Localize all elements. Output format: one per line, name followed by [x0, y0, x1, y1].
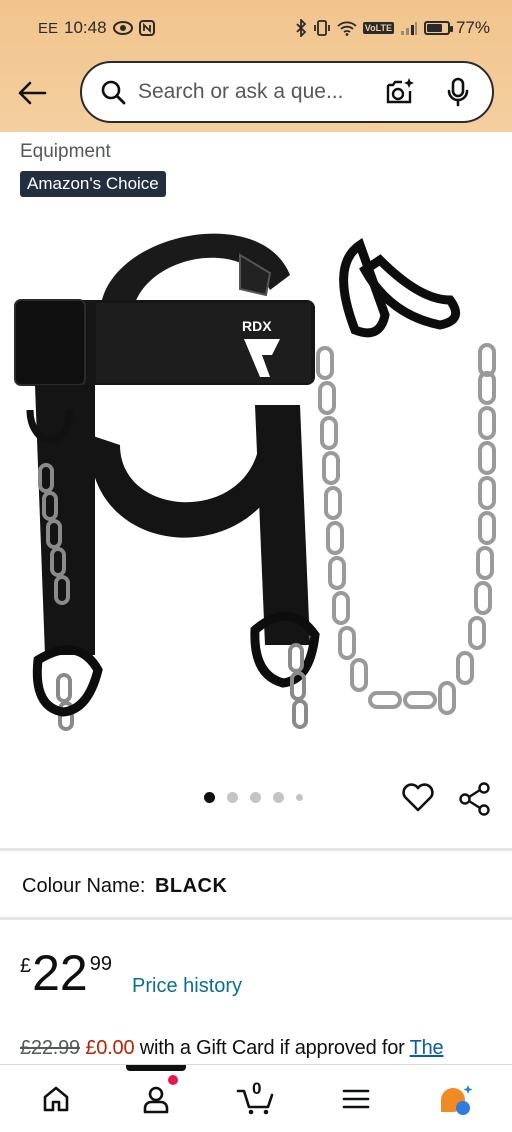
share-icon	[459, 782, 490, 816]
share-button[interactable]	[457, 781, 493, 817]
signal-icon	[400, 21, 418, 35]
volte-icon: VoLTE	[362, 22, 394, 34]
original-price: £22.99	[20, 1037, 80, 1059]
product-title: Equipment	[20, 141, 111, 162]
wifi-icon	[337, 20, 357, 36]
search-box[interactable]	[80, 61, 494, 123]
cart-count: 0	[252, 1078, 262, 1098]
search-icon	[101, 80, 126, 105]
nfc-icon	[138, 20, 155, 36]
bluetooth-icon	[295, 19, 307, 37]
nav-menu[interactable]	[326, 1069, 386, 1129]
price: £ 22 99	[20, 945, 112, 1001]
search-row	[0, 58, 512, 128]
battery-icon	[423, 21, 453, 35]
nav-active-indicator	[126, 1064, 186, 1071]
price-whole: 22	[32, 945, 88, 1001]
bottom-nav: 0	[0, 1064, 512, 1132]
back-button[interactable]	[2, 63, 62, 123]
status-bar: EE 10:48 VoLTE 77%	[0, 0, 512, 56]
carousel-dot[interactable]	[296, 794, 303, 801]
volte-label: VoLTE	[362, 22, 394, 34]
nav-home[interactable]	[26, 1069, 86, 1129]
voice-search-button[interactable]	[438, 72, 478, 112]
camera-lens-icon	[386, 78, 414, 104]
top-header: EE 10:48 VoLTE 77% Search or ask a que..…	[0, 0, 512, 132]
wishlist-button[interactable]	[401, 780, 435, 816]
offer-price: £0.00	[85, 1037, 135, 1059]
person-icon	[143, 1086, 169, 1113]
heart-icon	[402, 783, 434, 812]
divider	[0, 848, 512, 851]
carousel-dot[interactable]	[273, 792, 284, 803]
nav-cart[interactable]: 0	[226, 1069, 286, 1129]
battery-fill	[426, 24, 443, 32]
nav-account[interactable]	[126, 1064, 186, 1129]
battery-percent: 77%	[455, 18, 490, 37]
home-icon	[43, 1086, 69, 1111]
hamburger-icon	[342, 1089, 370, 1108]
nav-rufus[interactable]	[426, 1069, 486, 1129]
amazons-choice-badge[interactable]: Amazon's Choice	[20, 171, 166, 197]
carousel-dot[interactable]	[227, 792, 238, 803]
status-right: VoLTE 77%	[295, 18, 490, 38]
gift-card-link[interactable]: The	[410, 1037, 444, 1059]
microphone-icon	[447, 77, 469, 107]
carrier-label: EE	[38, 19, 59, 37]
image-carousel-dots[interactable]	[204, 792, 303, 803]
eye-icon	[112, 21, 133, 35]
carousel-dot[interactable]	[250, 792, 261, 803]
rufus-assistant-icon	[441, 1084, 473, 1115]
gift-card-offer: £22.99 £0.00 with a Gift Card if approve…	[20, 1037, 444, 1060]
arrow-left-icon	[18, 81, 47, 105]
price-history-link[interactable]: Price history	[132, 975, 242, 998]
brand-logo-text: RDX	[242, 318, 272, 334]
notification-dot	[168, 1074, 178, 1085]
vibrate-icon	[313, 19, 331, 37]
camera-search-button[interactable]	[380, 72, 420, 112]
gift-card-text: with a Gift Card if approved for	[139, 1037, 405, 1059]
divider	[0, 917, 512, 920]
product-image[interactable]: RDX	[0, 205, 512, 765]
price-currency: £	[20, 955, 32, 977]
search-input[interactable]	[138, 80, 380, 104]
price-fraction: 99	[89, 953, 112, 975]
colour-label: Colour Name:	[22, 875, 146, 897]
status-left: EE 10:48	[38, 18, 155, 38]
colour-selector[interactable]: Colour Name: BLACK	[22, 875, 227, 898]
colour-value: BLACK	[154, 875, 228, 897]
head-harness-illustration: RDX	[14, 233, 496, 731]
carousel-dot[interactable]	[204, 792, 215, 803]
clock: 10:48	[64, 18, 107, 37]
